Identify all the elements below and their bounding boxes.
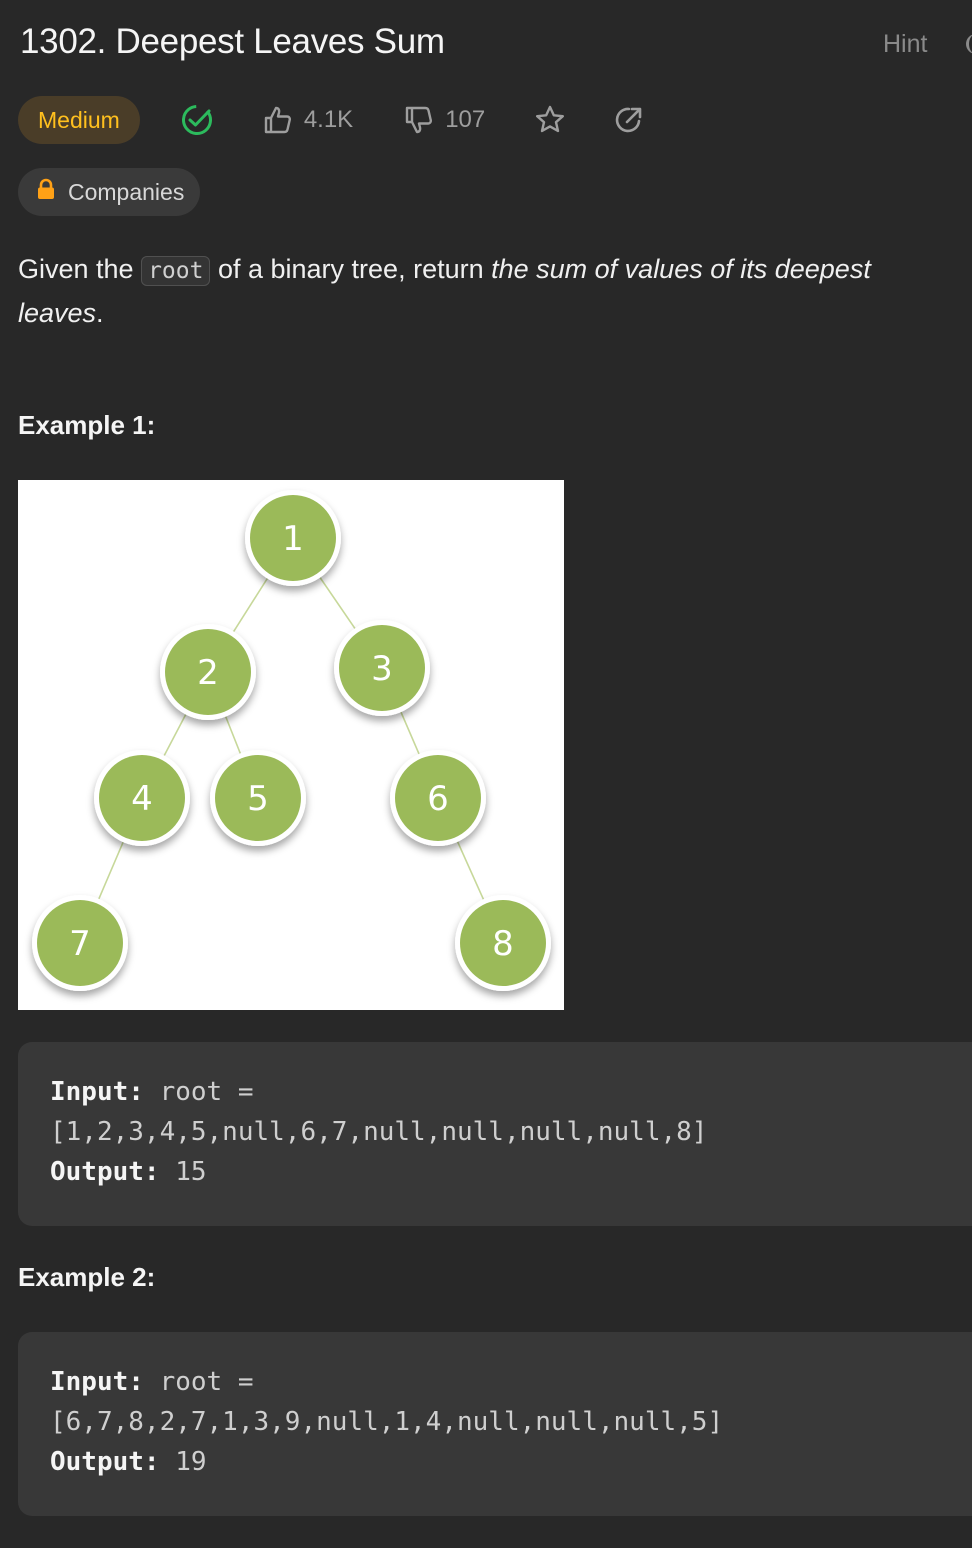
share-button[interactable] bbox=[613, 104, 645, 136]
input-value: [1,2,3,4,5,null,6,7,null,null,null,null,… bbox=[50, 1117, 708, 1147]
problem-title: 1302. Deepest Leaves Sum bbox=[20, 22, 445, 61]
input-label: Input: bbox=[50, 1077, 144, 1107]
description-text: . bbox=[96, 298, 104, 328]
lock-icon bbox=[36, 178, 68, 206]
tree-node-label: 8 bbox=[492, 924, 514, 964]
tree-node-label: 3 bbox=[371, 649, 393, 689]
tree-node-label: 5 bbox=[247, 779, 269, 819]
favorite-button[interactable] bbox=[533, 103, 567, 137]
difficulty-badge: Medium bbox=[18, 96, 140, 144]
solved-check-icon bbox=[180, 103, 214, 137]
like-button[interactable]: 4.1K bbox=[262, 104, 353, 136]
tree-diagram: 1 2 3 4 5 6 7 8 bbox=[32, 490, 551, 991]
example-1-heading: Example 1: bbox=[18, 410, 156, 440]
tree-node: 8 bbox=[455, 895, 551, 991]
thumbs-up-icon bbox=[262, 104, 294, 136]
input-value: [6,7,8,2,7,1,3,9,null,1,4,null,null,null… bbox=[50, 1407, 724, 1437]
dislike-count: 107 bbox=[445, 106, 486, 133]
tree-node: 6 bbox=[390, 750, 486, 846]
example-1-code-block: Input: root = [1,2,3,4,5,null,6,7,null,n… bbox=[18, 1042, 972, 1226]
tree-node-label: 1 bbox=[282, 519, 304, 559]
example-2-heading: Example 2: bbox=[18, 1262, 156, 1292]
like-count: 4.1K bbox=[303, 106, 354, 133]
input-prefix: root = bbox=[159, 1367, 254, 1397]
problem-description: Given the root of a binary tree, return … bbox=[18, 248, 948, 334]
description-text: Given the bbox=[18, 254, 142, 284]
companies-tag[interactable]: Companies bbox=[18, 168, 201, 216]
share-icon bbox=[613, 104, 645, 136]
example-2-code-block: Input: root = [6,7,8,2,7,1,3,9,null,1,4,… bbox=[18, 1332, 972, 1516]
output-value: 15 bbox=[175, 1157, 207, 1187]
dislike-button[interactable]: 107 bbox=[403, 104, 485, 136]
description-text: of a binary tree, return bbox=[210, 254, 492, 284]
tree-node: 4 bbox=[94, 750, 190, 846]
tree-node-label: 4 bbox=[131, 779, 153, 819]
tree-node: 2 bbox=[160, 624, 256, 720]
star-icon bbox=[533, 103, 567, 137]
input-label: Input: bbox=[50, 1367, 144, 1397]
companies-label: Companies bbox=[68, 178, 185, 205]
clipped-icon-edge bbox=[966, 34, 972, 54]
output-label: Output: bbox=[50, 1157, 160, 1187]
example-1-tree-image: 1 2 3 4 5 6 7 8 bbox=[18, 480, 564, 1010]
tree-node-label: 7 bbox=[69, 924, 91, 964]
tree-node: 3 bbox=[334, 620, 430, 716]
tree-node: 7 bbox=[32, 895, 128, 991]
tree-node: 5 bbox=[210, 750, 306, 846]
thumbs-down-icon bbox=[403, 104, 435, 136]
inline-code-root: root bbox=[141, 256, 211, 286]
tree-node: 1 bbox=[245, 490, 341, 586]
hint-tab[interactable]: Hint bbox=[883, 30, 927, 59]
problem-toolbar: Medium 4.1K 107 bbox=[18, 96, 645, 144]
output-label: Output: bbox=[50, 1447, 160, 1477]
output-value: 19 bbox=[175, 1447, 207, 1477]
tree-node-label: 2 bbox=[197, 653, 219, 693]
input-prefix: root = bbox=[159, 1077, 254, 1107]
tree-node-label: 6 bbox=[427, 779, 449, 819]
